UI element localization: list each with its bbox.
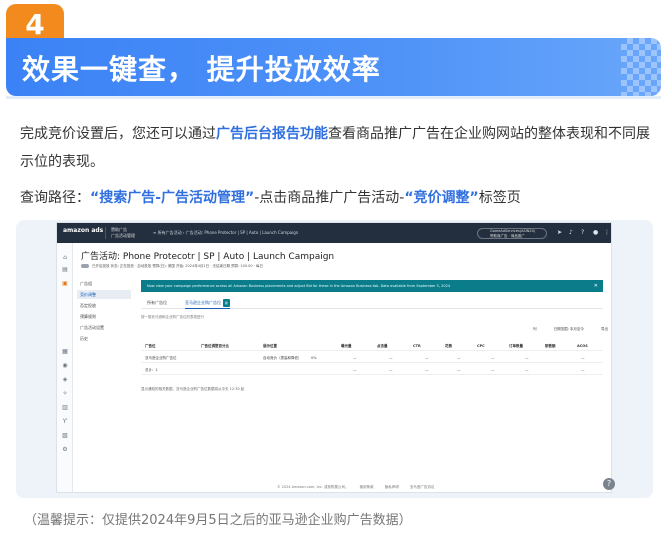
footer-privacy-link[interactable]: 隐私声明 (385, 485, 399, 489)
stores-icon[interactable]: ▥ (61, 405, 69, 411)
product-switcher[interactable]: 赞助广告 广告活动管理 (111, 227, 135, 239)
query-path-label: 查询路径： (20, 190, 90, 206)
amazon-ads-logo[interactable]: amazon ads (63, 227, 103, 234)
tab-hint: 按一般亚马逊和企业购广告位的表现进行 (141, 315, 204, 319)
table-toolbar: 列 日期范围: 本月至今 导出 (517, 327, 608, 332)
account-selector[interactable]: GameAdServices(ASIN20) 赞助商广告 · 商品推广 (477, 228, 547, 239)
table-cell[interactable]: 自动竞价（提高和降低） (263, 353, 302, 363)
query-path-step1: “搜索广告-广告活动管理” (90, 190, 255, 206)
table-cell: — (525, 368, 529, 372)
breadcrumb[interactable]: ≡ 所有广告活动 › 广告活动: Phone Protector | SP | … (153, 230, 298, 236)
table-cell: — (581, 356, 585, 360)
apps-grid-icon[interactable]: ⋮ (604, 229, 610, 236)
console-topbar: amazon ads 赞助广告 广告活动管理 ≡ 所有广告活动 › 广告活动: P… (57, 223, 611, 243)
close-icon[interactable]: ✕ (594, 280, 598, 292)
table-cell: — (353, 356, 357, 360)
footer-terms-link[interactable]: 使用条款 (360, 485, 374, 489)
home-icon[interactable]: ⌂ (61, 255, 69, 261)
send-icon[interactable]: ➤ (557, 229, 562, 236)
query-path-mid: -点击商品推广广告活动- (254, 190, 405, 206)
col-header[interactable]: 广告位调整百分比 (201, 341, 229, 351)
left-icon-nav: ⌂ ▤ ▣ ▦ ◉ ◈ ✧ ▥ Ƴ ▧ ⚙ (57, 243, 73, 492)
subnav-history[interactable]: 历史 (77, 334, 131, 343)
table-cell: — (389, 356, 393, 360)
notice-banner: Now view your campaign performance acros… (141, 280, 603, 292)
campaign-meta: 已开启投放 状态: 正在投放 · 自动投放 预算(日): 美国 开始: 2024… (81, 264, 263, 269)
col-header[interactable]: 销售额 (545, 341, 556, 351)
reports-icon[interactable]: ▦ (61, 349, 69, 355)
table-row: 亚马逊企业购广告位 自动竞价（提高和降低） 0% — — — — — — — (141, 353, 603, 363)
insights-icon[interactable]: ◉ (61, 363, 69, 369)
footer-agreement-link[interactable]: 亚马逊广告协议 (410, 485, 435, 489)
export-button[interactable]: 导出 (601, 327, 608, 331)
topbar-divider (105, 227, 106, 239)
query-path: 查询路径：“搜索广告-广告活动管理”-点击商品推广广告活动-“竞价调整”标签页 (20, 186, 650, 210)
columns-button[interactable]: 列 (533, 327, 537, 331)
campaign-toggle[interactable] (81, 264, 89, 268)
dashboard-icon[interactable]: ▤ (61, 267, 69, 273)
intro-highlight: 广告后台报告功能 (216, 126, 328, 142)
step-title: 效果一键查， 提升投放效率 (22, 53, 381, 86)
tab-all-placements[interactable]: 所有广告位 (147, 299, 167, 309)
measurement-icon[interactable]: ◈ (61, 377, 69, 383)
campaigns-icon[interactable]: ▣ (61, 281, 69, 287)
col-header[interactable]: 广告位 (145, 341, 156, 351)
console-footer: © 2024 Amazon.com, Inc. 或其附属公司。 使用条款 隐私声… (267, 485, 434, 490)
help-circle-icon[interactable]: ? (603, 478, 615, 490)
settings-gear-icon[interactable]: ⚙ (61, 447, 69, 453)
user-avatar-icon[interactable]: ● (593, 229, 598, 236)
subnav-ad-groups[interactable]: 广告组 (77, 279, 131, 288)
subnav-bid-adjustment[interactable]: 竞价调整 (77, 290, 131, 299)
col-header[interactable]: CTR (413, 341, 421, 351)
col-header[interactable]: 订单数量 (509, 341, 523, 351)
query-path-step2: “竞价调整” (404, 190, 479, 206)
tools-icon[interactable]: Ƴ (61, 419, 69, 425)
new-badge: 新 (223, 299, 231, 307)
table-total-row: 总计：1 — — — — — — — (141, 365, 603, 375)
table-cell: — (425, 356, 429, 360)
col-header[interactable]: 展示位置 (263, 341, 277, 351)
col-header[interactable]: 点击量 (377, 341, 388, 351)
table-cell: — (457, 356, 461, 360)
table-cell: — (491, 368, 495, 372)
ads-console-screenshot: amazon ads 赞助广告 广告活动管理 ≡ 所有广告活动 › 广告活动: P… (56, 222, 612, 493)
table-cell: — (353, 368, 357, 372)
notification-bell-icon[interactable]: ♪ (569, 229, 573, 236)
table-cell: 总计：1 (145, 368, 158, 372)
col-header[interactable]: CPC (477, 341, 485, 351)
subnav-campaign-settings[interactable]: 广告活动设置 (77, 323, 131, 332)
table-cell: — (457, 368, 461, 372)
col-header[interactable]: 曝光量 (341, 341, 352, 351)
banner-decoration (621, 38, 661, 96)
table-cell[interactable]: 0% (311, 353, 317, 363)
tab-business-placements[interactable]: 亚马逊企业购广告位新 (185, 299, 231, 309)
billing-icon[interactable]: ▧ (61, 433, 69, 439)
col-header[interactable]: 花费 (445, 341, 452, 351)
table-note: 显示通知的相关数据，亚马逊企业购广告位数据将从今天 12:30 起 (141, 387, 245, 391)
intro-text-1: 完成竞价设置后，您还可以通过 (20, 126, 216, 142)
placement-tabs: 所有广告位 亚马逊企业购广告位新 (141, 299, 603, 309)
date-range-dropdown[interactable]: 日期范围: 本月至今 (554, 327, 584, 331)
query-path-end: 标签页 (478, 190, 521, 206)
footer-copyright: © 2024 Amazon.com, Inc. 或其附属公司。 (277, 485, 349, 489)
table-cell: — (491, 356, 495, 360)
subnav-negative-targeting[interactable]: 否定投放 (77, 301, 131, 310)
help-icon[interactable]: ? (581, 229, 584, 236)
step-banner: 效果一键查， 提升投放效率 (6, 38, 661, 96)
banner-shadow (6, 96, 661, 99)
table-cell: — (425, 368, 429, 372)
audience-icon[interactable]: ✧ (61, 391, 69, 397)
col-header[interactable]: ACOS (577, 341, 588, 351)
campaign-title: 广告活动: Phone Protecotr | SP | Auto | Laun… (81, 252, 335, 262)
table-cell: — (389, 368, 393, 372)
subnav-budget-rules[interactable]: 预算规则 (77, 312, 131, 321)
table-cell: — (581, 368, 585, 372)
footnote: （温馨提示：仅提供2024年9月5日之后的亚马逊企业购广告数据） (24, 513, 412, 528)
campaign-subnav: 广告组 竞价调整 否定投放 预算规则 广告活动设置 历史 (73, 275, 131, 492)
table-cell: 亚马逊企业购广告位 (145, 356, 177, 360)
intro-paragraph: 完成竞价设置后，您还可以通过广告后台报告功能查看商品推广广告在企业购网站的整体表… (20, 120, 650, 176)
table-header-row: 广告位 广告位调整百分比 展示位置 曝光量 点击量 CTR 花费 CPC 订单数… (141, 341, 603, 351)
table-cell: — (525, 356, 529, 360)
